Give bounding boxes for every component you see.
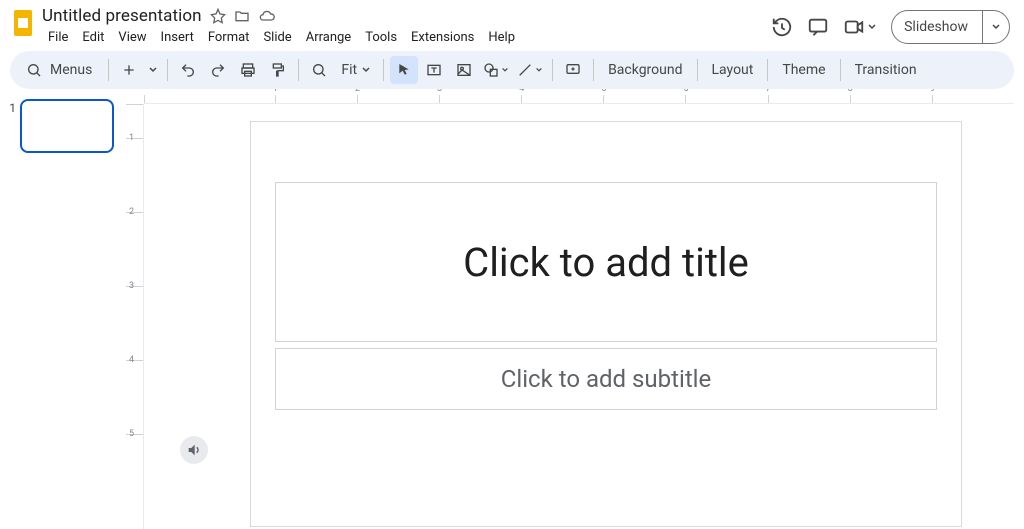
- menu-format[interactable]: Format: [202, 28, 256, 47]
- background-button[interactable]: Background: [600, 62, 690, 78]
- menu-insert[interactable]: Insert: [155, 28, 200, 47]
- toolbar-separator: [593, 59, 594, 81]
- search-menus-button[interactable]: Menus: [16, 56, 102, 84]
- new-slide-dropdown[interactable]: [145, 56, 161, 84]
- document-title[interactable]: Untitled presentation: [42, 6, 202, 26]
- slide-canvas[interactable]: Click to add title Click to add subtitle: [250, 121, 962, 527]
- menu-help[interactable]: Help: [482, 28, 521, 47]
- slideshow-split-button: Slideshow: [891, 10, 1010, 44]
- textbox-button[interactable]: [420, 56, 448, 84]
- search-menus-label: Menus: [50, 62, 92, 78]
- subtitle-placeholder[interactable]: Click to add subtitle: [275, 348, 937, 410]
- filmstrip: 1: [0, 89, 126, 529]
- title-placeholder[interactable]: Click to add title: [275, 182, 937, 342]
- star-icon[interactable]: [210, 8, 226, 24]
- paint-format-button[interactable]: [264, 56, 292, 84]
- slideshow-button[interactable]: Slideshow: [892, 11, 982, 43]
- history-icon[interactable]: [771, 16, 793, 38]
- menu-file[interactable]: File: [42, 28, 74, 47]
- move-folder-icon[interactable]: [234, 8, 250, 24]
- image-button[interactable]: [450, 56, 478, 84]
- menu-edit[interactable]: Edit: [76, 28, 110, 47]
- undo-button[interactable]: [174, 56, 202, 84]
- toolbar-separator: [840, 59, 841, 81]
- toolbar-separator: [383, 59, 384, 81]
- menu-view[interactable]: View: [112, 28, 152, 47]
- menu-slide[interactable]: Slide: [257, 28, 297, 47]
- present-camera-icon[interactable]: [843, 16, 877, 38]
- workspace: 1 1 2 3 4 5 6 7 8 9 1 2 3 4 5: [0, 89, 1024, 529]
- shape-button[interactable]: [480, 56, 512, 84]
- ruler-horizontal[interactable]: 1 2 3 4 5 6 7 8 9: [144, 89, 1014, 104]
- speaker-icon[interactable]: [180, 436, 208, 464]
- slide-number: 1: [6, 99, 16, 115]
- menu-bar: File Edit View Insert Format Slide Arran…: [42, 26, 771, 51]
- toolbar-separator: [298, 59, 299, 81]
- comment-button[interactable]: [559, 56, 587, 84]
- header-right: Slideshow: [771, 6, 1014, 44]
- toolbar-separator: [167, 59, 168, 81]
- toolbar-separator: [697, 59, 698, 81]
- toolbar-separator: [552, 59, 553, 81]
- line-button[interactable]: [514, 56, 546, 84]
- transition-button[interactable]: Transition: [847, 62, 925, 78]
- select-tool-button[interactable]: [390, 56, 418, 84]
- slideshow-dropdown-button[interactable]: [982, 11, 1009, 43]
- layout-button[interactable]: Layout: [704, 62, 762, 78]
- comments-icon[interactable]: [807, 16, 829, 38]
- toolbar: Menus Fit: [10, 51, 1014, 89]
- zoom-tool-button[interactable]: [305, 56, 333, 84]
- slideshow-label: Slideshow: [904, 19, 968, 35]
- app-header: Untitled presentation File Edit View Ins…: [0, 0, 1024, 51]
- menu-tools[interactable]: Tools: [359, 28, 403, 47]
- slides-logo-icon[interactable]: [10, 6, 36, 40]
- canvas-area: 1 2 3 4 5 6 7 8 9 1 2 3 4 5 Click to add…: [126, 89, 1024, 529]
- menu-arrange[interactable]: Arrange: [300, 28, 357, 47]
- toolbar-separator: [108, 59, 109, 81]
- menu-extensions[interactable]: Extensions: [405, 28, 480, 47]
- slide-viewport[interactable]: Click to add title Click to add subtitle: [150, 107, 1014, 529]
- print-button[interactable]: [234, 56, 262, 84]
- theme-button[interactable]: Theme: [774, 62, 833, 78]
- toolbar-separator: [767, 59, 768, 81]
- new-slide-button[interactable]: [115, 56, 143, 84]
- redo-button[interactable]: [204, 56, 232, 84]
- title-area: Untitled presentation File Edit View Ins…: [36, 6, 771, 51]
- zoom-dropdown[interactable]: Fit: [335, 62, 377, 78]
- cloud-status-icon[interactable]: [258, 8, 276, 24]
- zoom-label: Fit: [341, 62, 357, 78]
- slide-thumbnail[interactable]: [20, 99, 114, 153]
- ruler-vertical[interactable]: 1 2 3 4 5: [126, 104, 144, 529]
